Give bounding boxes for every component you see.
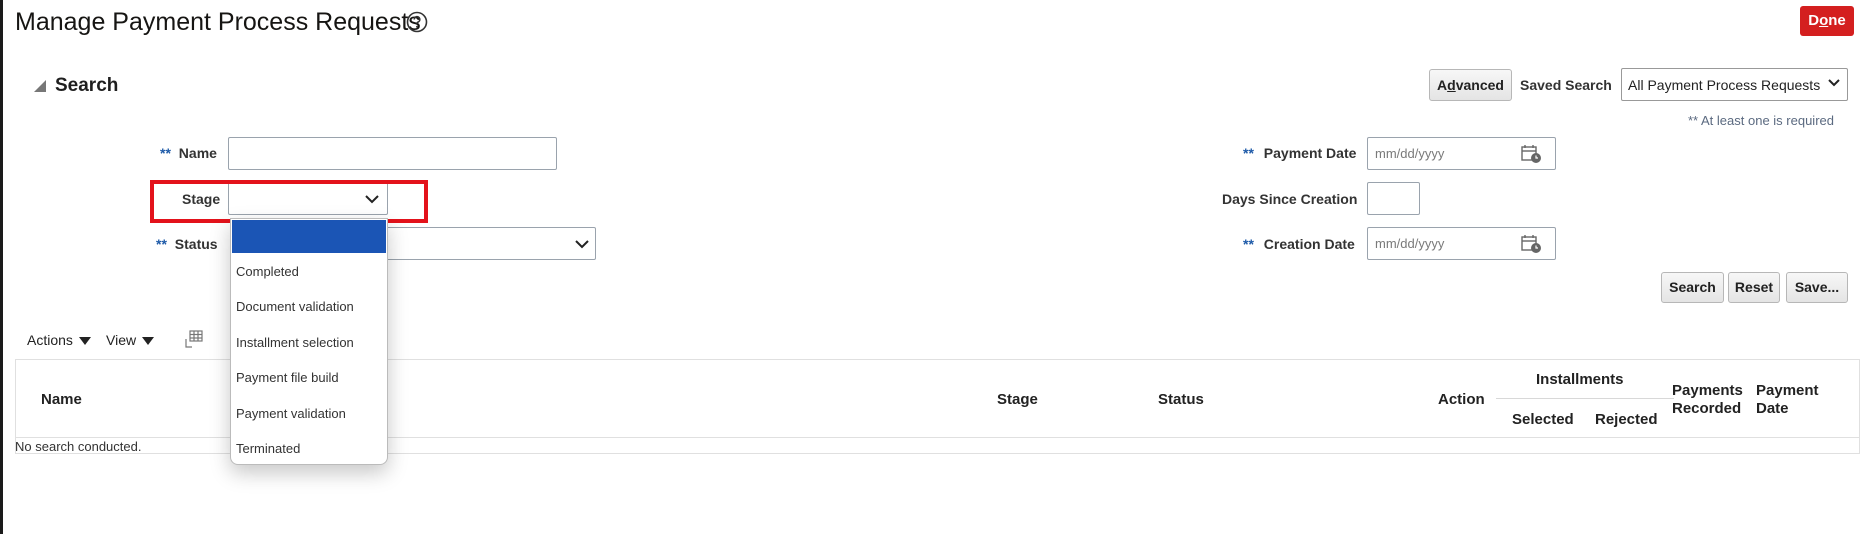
- required-marker: **: [1243, 236, 1254, 252]
- column-header-stage[interactable]: Stage: [997, 391, 1038, 408]
- view-menu[interactable]: View: [106, 332, 155, 348]
- done-label: Done: [1808, 12, 1846, 29]
- dropdown-option-document-validation[interactable]: Document validation: [236, 299, 354, 314]
- creation-date-label: ** Creation Date: [1243, 236, 1355, 252]
- detach-table-icon[interactable]: [184, 329, 204, 349]
- calendar-icon[interactable]: [1521, 144, 1543, 164]
- stage-dropdown-list: Completed Document validation Installmen…: [230, 218, 388, 465]
- chevron-down-icon: [1828, 79, 1840, 87]
- required-marker: **: [160, 145, 171, 161]
- name-input[interactable]: [228, 137, 557, 170]
- window-edge: [0, 0, 3, 534]
- column-header-rejected[interactable]: Rejected: [1595, 411, 1658, 428]
- stage-highlight-annotation: [150, 180, 428, 223]
- saved-search-label: Saved Search: [1520, 77, 1612, 93]
- page-title: Manage Payment Process Requests: [15, 8, 421, 36]
- payment-date-line2: Date: [1756, 400, 1789, 417]
- dropdown-option-terminated[interactable]: Terminated: [236, 441, 300, 456]
- search-button[interactable]: Search: [1661, 272, 1724, 303]
- creation-date-label-text: Creation Date: [1263, 236, 1355, 252]
- required-marker: **: [1243, 145, 1254, 161]
- column-header-action[interactable]: Action: [1438, 391, 1485, 408]
- help-icon[interactable]: [406, 11, 428, 33]
- name-label: ** Name: [160, 145, 217, 161]
- required-note: ** At least one is required: [1688, 113, 1834, 128]
- column-header-payment-date[interactable]: Payment Date: [1756, 382, 1819, 418]
- empty-results-message: No search conducted.: [15, 439, 142, 454]
- actions-label: Actions: [27, 332, 73, 348]
- done-button[interactable]: Done: [1800, 6, 1854, 36]
- column-header-installments: Installments: [1536, 371, 1624, 388]
- calendar-icon[interactable]: [1521, 234, 1543, 254]
- days-since-creation-input[interactable]: [1367, 182, 1420, 215]
- column-header-name[interactable]: Name: [41, 391, 82, 408]
- saved-search-select[interactable]: All Payment Process Requests: [1621, 68, 1848, 101]
- dropdown-option-payment-file-build[interactable]: Payment file build: [236, 370, 339, 385]
- dropdown-option-completed[interactable]: Completed: [236, 264, 299, 279]
- creation-date-placeholder: mm/dd/yyyy: [1375, 236, 1445, 251]
- actions-menu[interactable]: Actions: [27, 332, 91, 348]
- payment-date-placeholder: mm/dd/yyyy: [1375, 146, 1445, 161]
- saved-search-value: All Payment Process Requests: [1628, 77, 1821, 93]
- status-select[interactable]: [380, 227, 596, 260]
- creation-date-input[interactable]: mm/dd/yyyy: [1367, 227, 1556, 260]
- status-label-text: Status: [174, 236, 218, 252]
- chevron-down-icon: [575, 240, 589, 249]
- payment-date-label-text: Payment Date: [1263, 145, 1357, 161]
- collapse-icon[interactable]: [34, 80, 46, 92]
- payment-date-line1: Payment: [1756, 382, 1819, 399]
- dropdown-triangle-icon: [142, 337, 155, 346]
- reset-button[interactable]: Reset: [1728, 272, 1780, 303]
- dropdown-option-payment-validation[interactable]: Payment validation: [236, 406, 346, 421]
- dropdown-triangle-icon: [78, 337, 91, 346]
- column-header-status[interactable]: Status: [1158, 391, 1204, 408]
- dropdown-option-installment-selection[interactable]: Installment selection: [236, 335, 354, 350]
- status-label: ** Status: [156, 236, 218, 252]
- save-search-button[interactable]: Save...: [1786, 272, 1848, 303]
- required-marker: **: [156, 236, 167, 252]
- column-header-payments-recorded[interactable]: Payments Recorded: [1672, 382, 1743, 418]
- column-header-selected[interactable]: Selected: [1512, 411, 1574, 428]
- name-label-text: Name: [178, 145, 217, 161]
- payments-recorded-line2: Recorded: [1672, 400, 1742, 417]
- advanced-button[interactable]: Advanced: [1429, 69, 1512, 101]
- search-heading[interactable]: Search: [55, 75, 118, 97]
- dropdown-option-blank[interactable]: [232, 220, 386, 253]
- payment-date-input[interactable]: mm/dd/yyyy: [1367, 137, 1556, 170]
- payments-recorded-line1: Payments: [1672, 382, 1743, 399]
- installments-divider: [1496, 398, 1674, 399]
- payment-date-label: ** Payment Date: [1243, 145, 1356, 161]
- view-label: View: [106, 332, 137, 348]
- days-since-creation-label: Days Since Creation: [1222, 191, 1358, 207]
